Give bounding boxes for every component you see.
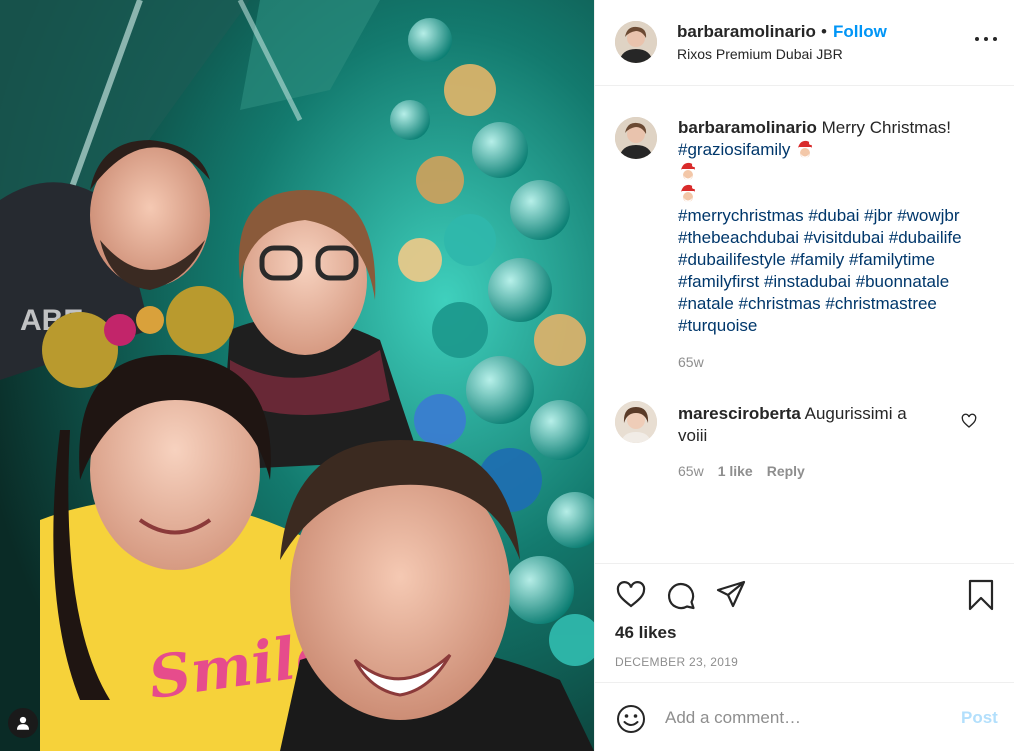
person-icon [17,716,29,730]
post-location[interactable]: Rixos Premium Dubai JBR [677,46,843,62]
separator-dot: • [821,22,827,41]
santa-emoji-icon [678,161,698,181]
like-heart-icon[interactable] [615,579,647,611]
caption-age[interactable]: 65w [678,354,704,370]
hashtag-line[interactable]: #natale #christmas #christmastree [678,294,937,313]
santa-emoji-icon [678,183,698,203]
post-actions: 46 likes DECEMBER 23, 2019 [595,563,1014,682]
hashtag-line[interactable]: #merrychristmas #dubai #jbr #wowjbr [678,206,960,225]
post-details-panel: barbaramolinario • Follow Rixos Premium … [594,0,1014,751]
author-avatar-image [615,21,657,63]
likes-count[interactable]: 46 likes [615,623,676,643]
santa-emoji-icon [795,139,815,159]
tag-people-button[interactable] [8,708,38,738]
hashtag-line[interactable]: #familyfirst #instadubai #buonnatale [678,272,949,291]
more-options-icon[interactable] [975,28,997,50]
share-paper-plane-icon[interactable] [715,579,747,611]
caption-avatar-image [615,117,657,159]
comment-like-heart-icon[interactable] [961,413,977,429]
follow-button[interactable]: Follow [833,22,887,42]
post-photo[interactable]: ABE Smile [0,0,594,751]
hashtag-line[interactable]: #thebeachdubai #visitdubai #dubailife [678,228,962,247]
save-bookmark-icon[interactable] [965,579,997,611]
reply-button[interactable]: Reply [767,463,805,479]
hashtag-link[interactable]: #graziosifamily [678,140,790,159]
author-avatar[interactable] [615,21,657,63]
caption-avatar[interactable] [615,117,657,159]
comment-username[interactable]: maresciroberta [678,404,801,423]
commenter-avatar[interactable] [615,401,657,443]
comment-item: maresciroberta Augurissimi a voiii 65w 1… [615,401,995,491]
comment-meta-row: 65w 1 like Reply [678,463,805,479]
hashtag-line[interactable]: #dubailifestyle #family #familytime [678,250,935,269]
author-username[interactable]: barbaramolinario [677,22,816,42]
commenter-avatar-image [615,401,657,443]
family-christmas-photo: ABE Smile [0,0,594,751]
caption-text: barbaramolinario Merry Christmas! #grazi… [678,117,998,337]
comment-text: maresciroberta Augurissimi a voiii [678,403,928,447]
post-date[interactable]: DECEMBER 23, 2019 [615,655,738,669]
hashtag-line[interactable]: #turquoise [678,316,757,335]
add-comment-bar: Post [595,682,1014,751]
comment-input[interactable] [665,705,945,731]
post-comment-button[interactable]: Post [961,708,998,728]
comment-likes-count[interactable]: 1 like [718,463,753,479]
comment-icon[interactable] [665,579,697,611]
comments-section[interactable]: barbaramolinario Merry Christmas! #grazi… [595,87,1014,563]
caption-message: Merry Christmas! [821,118,952,137]
post-header: barbaramolinario • Follow Rixos Premium … [595,0,1014,86]
emoji-picker-icon[interactable] [615,703,647,735]
comment-age[interactable]: 65w [678,463,704,479]
caption-username[interactable]: barbaramolinario [678,118,817,137]
